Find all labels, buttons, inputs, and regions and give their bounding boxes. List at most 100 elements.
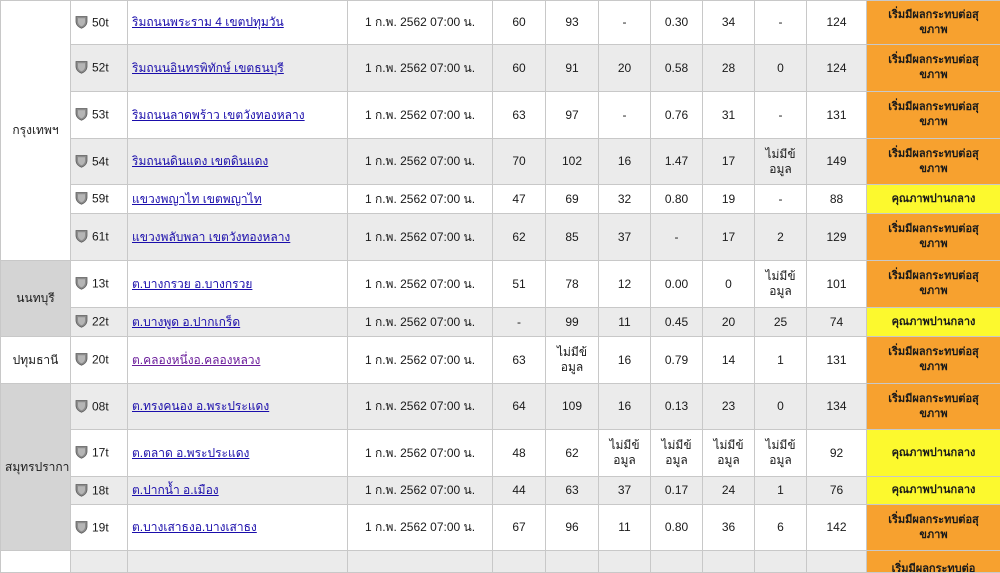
station-cell: 18t — [71, 477, 128, 505]
station-location-link[interactable]: ริมถนนอินทรพิทักษ์ เขตธนบุรี — [132, 61, 284, 75]
aqi-level-text: เริ่มมีผลกระทบต่อสุขภาพ — [886, 147, 982, 177]
aqi-value-cell: 101 — [807, 261, 867, 308]
value-cell-2: 97 — [546, 92, 599, 139]
value-cell-3: 16 — [599, 337, 651, 384]
station-location-link[interactable]: แขวงพลับพลา เขตวังทองหลาง — [132, 230, 290, 244]
datetime-cell: 1 ก.พ. 2562 07:00 น. — [348, 139, 493, 185]
value-cell-5: ไม่มีข้อมูล — [703, 430, 755, 477]
aqi-value-cell — [807, 551, 867, 573]
value-cell-1: 64 — [493, 384, 546, 430]
station-location-link[interactable]: ต.บางพูด อ.ปากเกร็ด — [132, 315, 240, 329]
value-cell-1: 44 — [493, 477, 546, 505]
aqi-value-cell: 149 — [807, 139, 867, 185]
station-location-link[interactable]: ต.ทรงคนอง อ.พระประแดง — [132, 399, 269, 413]
value-cell-5: 19 — [703, 185, 755, 214]
value-cell-6 — [755, 551, 807, 573]
value-cell-6: - — [755, 92, 807, 139]
aqi-level-text: เริ่มมีผลกระทบต่อสุขภาพ — [886, 345, 982, 375]
value-cell-4: 0.58 — [651, 45, 703, 92]
station-location-link[interactable]: ต.ปากน้ำ อ.เมือง — [132, 483, 219, 497]
station-shield-icon — [75, 483, 88, 497]
value-cell-6: 1 — [755, 337, 807, 384]
station-cell: 61t — [71, 214, 128, 261]
value-cell-6: 2 — [755, 214, 807, 261]
value-cell-1: 63 — [493, 92, 546, 139]
no-data-label: ไม่มีข้อมูล — [659, 438, 695, 468]
location-cell: ริมถนนลาดพร้าว เขตวังทองหลาง — [128, 92, 348, 139]
station-cell: 59t — [71, 185, 128, 214]
value-cell-1: 51 — [493, 261, 546, 308]
station-cell: 54t — [71, 139, 128, 185]
location-cell: ต.คลองหนึ่งอ.คลองหลวง — [128, 337, 348, 384]
station-code: 17t — [92, 446, 109, 460]
station-location-link[interactable]: ต.ตลาด อ.พระประแดง — [132, 446, 249, 460]
datetime-cell: 1 ก.พ. 2562 07:00 น. — [348, 92, 493, 139]
table-row: 59t แขวงพญาไท เขตพญาไท 1 ก.พ. 2562 07:00 น… — [1, 185, 1000, 214]
value-cell-3: 32 — [599, 185, 651, 214]
station-location-link[interactable]: ต.บางกรวย อ.บางกรวย — [132, 277, 252, 291]
station-location-link[interactable]: ริมถนนพระราม 4 เขตปทุมวัน — [132, 15, 284, 29]
location-cell: ต.บางพูด อ.ปากเกร็ด — [128, 308, 348, 337]
location-cell: ต.บางกรวย อ.บางกรวย — [128, 261, 348, 308]
aqi-level-text: เริ่มมีผลกระทบต่อสุขภาพ — [886, 53, 982, 83]
table-row: 18tต.ปากน้ำ อ.เมือง1 ก.พ. 2562 07:00 น.4… — [1, 477, 1000, 505]
value-cell-6: 0 — [755, 45, 807, 92]
station-shield-icon — [75, 399, 88, 413]
datetime-cell: 1 ก.พ. 2562 07:00 น. — [348, 505, 493, 551]
value-cell-6: 25 — [755, 308, 807, 337]
value-cell-2: 69 — [546, 185, 599, 214]
station-code: 19t — [92, 520, 109, 534]
datetime-cell: 1 ก.พ. 2562 07:00 น. — [348, 45, 493, 92]
datetime-cell: 1 ก.พ. 2562 07:00 น. — [348, 1, 493, 45]
province-cell: ปทุมธานี — [1, 337, 71, 384]
datetime-cell: 1 ก.พ. 2562 07:00 น. — [348, 308, 493, 337]
station-location-link[interactable]: ริมถนนดินแดง เขตดินแดง — [132, 154, 268, 168]
value-cell-1 — [493, 551, 546, 573]
station-location-link[interactable]: ริมถนนลาดพร้าว เขตวังทองหลาง — [132, 108, 305, 122]
value-cell-5: 31 — [703, 92, 755, 139]
aqi-level-text: เริ่มมีผลกระทบต่อสุขภาพ — [886, 8, 982, 38]
table-row: 52tริมถนนอินทรพิทักษ์ เขตธนบุรี1 ก.พ. 25… — [1, 45, 1000, 92]
aqi-level-badge: คุณภาพปานกลาง — [867, 185, 1000, 214]
station-code: 50t — [92, 15, 109, 29]
aqi-level-badge: เริ่มมีผลกระทบต่อสุขภาพ — [867, 384, 1000, 430]
station-shield-icon — [75, 520, 88, 534]
station-code: 59t — [92, 192, 109, 206]
value-cell-3: - — [599, 1, 651, 45]
aqi-value-cell: 88 — [807, 185, 867, 214]
value-cell-1: 48 — [493, 430, 546, 477]
value-cell-6: ไม่มีข้อมูล — [755, 139, 807, 185]
value-cell-2: 93 — [546, 1, 599, 45]
table-row: ปทุมธานี20tต.คลองหนึ่งอ.คลองหลวง1 ก.พ. 2… — [1, 337, 1000, 384]
aqi-level-text: คุณภาพปานกลาง — [871, 192, 996, 207]
no-data-label: ไม่มีข้อมูล — [711, 438, 747, 468]
value-cell-2: 96 — [546, 505, 599, 551]
value-cell-2: 99 — [546, 308, 599, 337]
aqi-value-cell: 76 — [807, 477, 867, 505]
aqi-level-text: คุณภาพปานกลาง — [871, 446, 996, 461]
datetime-cell: 1 ก.พ. 2562 07:00 น. — [348, 185, 493, 214]
no-data-label: ไม่มีข้อมูล — [763, 147, 799, 177]
value-cell-1: - — [493, 308, 546, 337]
station-code: 53t — [92, 108, 109, 122]
station-location-link[interactable]: ต.บางเสาธงอ.บางเสาธง — [132, 520, 257, 534]
value-cell-4: 0.79 — [651, 337, 703, 384]
station-location-link[interactable]: แขวงพญาไท เขตพญาไท — [132, 192, 262, 206]
value-cell-4: 0.45 — [651, 308, 703, 337]
aqi-level-badge: เริ่มมีผลกระทบต่อสุขภาพ — [867, 505, 1000, 551]
station-shield-icon — [75, 229, 88, 243]
aqi-level-badge: เริ่มมีผลกระทบต่อสุขภาพ — [867, 92, 1000, 139]
aqi-level-badge: เริ่มมีผลกระทบต่อ — [867, 551, 1000, 573]
no-data-label: ไม่มีข้อมูล — [763, 269, 799, 299]
station-shield-icon — [75, 314, 88, 328]
aqi-level-text: คุณภาพปานกลาง — [871, 483, 996, 498]
value-cell-1: 60 — [493, 45, 546, 92]
aqi-value-cell: 131 — [807, 337, 867, 384]
station-shield-icon — [75, 352, 88, 366]
value-cell-6: 1 — [755, 477, 807, 505]
value-cell-4: ไม่มีข้อมูล — [651, 430, 703, 477]
station-code: 22t — [92, 315, 109, 329]
province-cell: นนทบุรี — [1, 261, 71, 337]
datetime-cell: 1 ก.พ. 2562 07:00 น. — [348, 261, 493, 308]
station-location-link[interactable]: ต.คลองหนึ่งอ.คลองหลวง — [132, 353, 260, 367]
